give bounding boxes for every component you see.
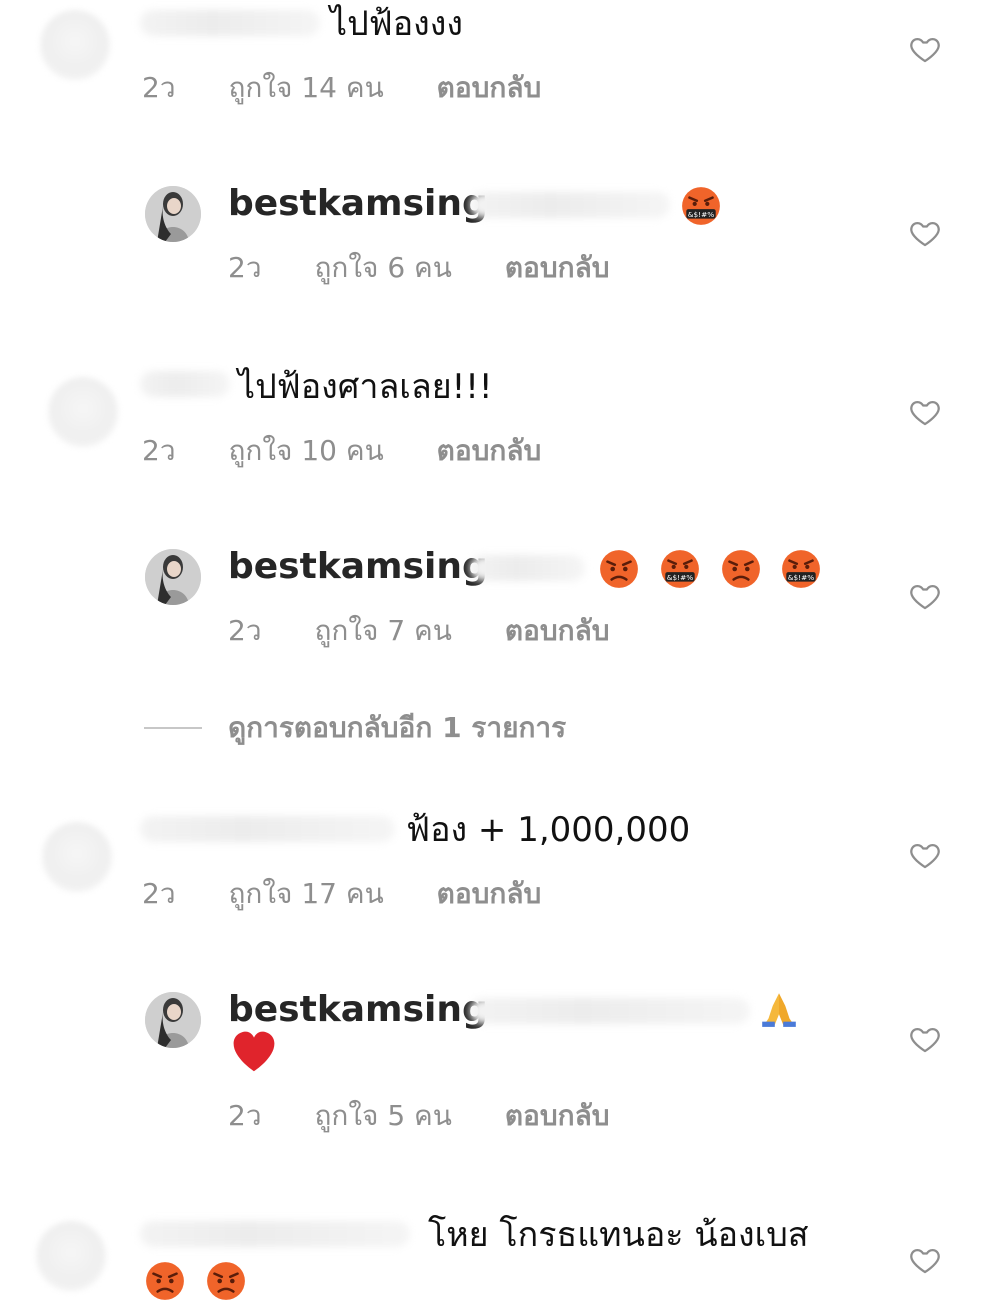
username[interactable]: bestkamsing xyxy=(228,545,488,589)
blurred-username xyxy=(140,10,320,36)
blurred-mention xyxy=(470,555,585,581)
comment-time: 2ว xyxy=(142,71,176,104)
comment-text: ฟ้อง + 1,000,000 xyxy=(406,810,691,850)
angry-face-emoji xyxy=(600,549,638,588)
reply-item: bestkamsing &$!#% 2ว ถูกใจ 6 คน ตอบกลับ xyxy=(0,170,1000,310)
username[interactable]: bestkamsing xyxy=(228,182,488,226)
angry-face-emoji xyxy=(721,549,760,588)
comment-time: 2ว xyxy=(228,251,262,284)
like-count[interactable]: ถูกใจ 5 คน xyxy=(314,1099,451,1132)
divider-line xyxy=(144,727,202,729)
view-more-replies-button[interactable]: ดูการตอบกลับอีก 1 รายการ xyxy=(144,708,744,748)
comment-emojis: &$!#% &$!#% xyxy=(590,545,822,590)
avatar-photo-icon xyxy=(145,186,201,242)
heart-outline-icon[interactable] xyxy=(908,1022,942,1056)
username[interactable]: bestkamsing xyxy=(228,988,488,1032)
heart-outline-icon[interactable] xyxy=(908,1243,942,1277)
comment-time: 2ว xyxy=(228,614,262,647)
comment-text: ไปฟ้องงง xyxy=(330,4,463,44)
blurred-username xyxy=(140,816,395,842)
blurred-username xyxy=(140,371,230,397)
comment-item: ฟ้อง + 1,000,000 2ว ถูกใจ 17 คน ตอบกลับ xyxy=(0,800,1000,930)
heart-outline-icon[interactable] xyxy=(908,216,942,250)
reply-item: bestkamsing 2ว ถูกใจ 5 คน ตอบกลับ xyxy=(0,978,1000,1148)
comment-text: ไปฟ้องศาลเลย!!! xyxy=(238,367,493,407)
comment-meta: 2ว ถูกใจ 10 คน ตอบกลับ xyxy=(142,433,585,469)
comment-meta: 2ว ถูกใจ 6 คน ตอบกลับ xyxy=(228,250,654,286)
angry-face-emoji xyxy=(206,1261,245,1300)
like-count[interactable]: ถูกใจ 10 คน xyxy=(228,434,383,467)
cursing-face-emoji: &$!#% xyxy=(660,549,699,588)
angry-face-emoji xyxy=(146,1261,184,1300)
reply-button[interactable]: ตอบกลับ xyxy=(437,434,542,467)
blurred-username xyxy=(140,1221,410,1247)
comment-emojis: &$!#% xyxy=(672,182,722,227)
avatar[interactable] xyxy=(36,1221,106,1291)
like-count[interactable]: ถูกใจ 7 คน xyxy=(314,614,451,647)
comment-item: ไปฟ้องงง 2ว ถูกใจ 14 คน ตอบกลับ xyxy=(0,0,1000,130)
cursing-face-emoji: &$!#% xyxy=(682,186,720,225)
comment-meta: 2ว ถูกใจ 5 คน ตอบกลับ xyxy=(228,1098,654,1134)
like-count[interactable]: ถูกใจ 17 คน xyxy=(228,877,383,910)
reply-button[interactable]: ตอบกลับ xyxy=(437,71,542,104)
heart-outline-icon[interactable] xyxy=(908,838,942,872)
blurred-mention xyxy=(470,998,750,1024)
avatar[interactable] xyxy=(40,10,110,80)
avatar[interactable] xyxy=(42,822,112,892)
like-count[interactable]: ถูกใจ 14 คน xyxy=(228,71,383,104)
comment-emojis xyxy=(136,1257,247,1302)
cursing-face-emoji: &$!#% xyxy=(782,549,821,588)
comment-meta: 2ว ถูกใจ 7 คน ตอบกลับ xyxy=(228,613,654,649)
comment-emojis xyxy=(750,984,800,1029)
comment-item: โหย โกรธแทนอะ น้องเบส xyxy=(0,1205,1000,1313)
avatar[interactable] xyxy=(145,186,201,242)
blurred-mention xyxy=(470,192,670,218)
heart-outline-icon[interactable] xyxy=(908,579,942,613)
comment-meta: 2ว ถูกใจ 17 คน ตอบกลับ xyxy=(142,876,585,912)
reply-button[interactable]: ตอบกลับ xyxy=(505,614,610,647)
reply-button[interactable]: ตอบกลับ xyxy=(505,251,610,284)
folded-hands-emoji xyxy=(762,992,796,1027)
comment-time: 2ว xyxy=(228,1099,262,1132)
view-more-replies-label: ดูการตอบกลับอีก 1 รายการ xyxy=(228,711,567,744)
avatar[interactable] xyxy=(145,992,201,1048)
comment-item: ไปฟ้องศาลเลย!!! 2ว ถูกใจ 10 คน ตอบกลับ xyxy=(0,355,1000,485)
comment-time: 2ว xyxy=(142,877,176,910)
comment-emojis-line2 xyxy=(222,1028,278,1076)
avatar[interactable] xyxy=(48,377,118,447)
avatar-photo-icon xyxy=(145,992,201,1048)
avatar-photo-icon xyxy=(145,549,201,605)
comment-meta: 2ว ถูกใจ 14 คน ตอบกลับ xyxy=(142,70,585,106)
comment-time: 2ว xyxy=(142,434,176,467)
heart-outline-icon[interactable] xyxy=(908,32,942,66)
comment-text: โหย โกรธแทนอะ น้องเบส xyxy=(428,1215,809,1255)
reply-item: bestkamsing &$!#% &$!#% 2ว ถูกใจ 7 คน ตอ… xyxy=(0,535,1000,675)
avatar[interactable] xyxy=(145,549,201,605)
red-heart-emoji xyxy=(233,1031,275,1072)
heart-outline-icon[interactable] xyxy=(908,395,942,429)
svg-text:&$!#%: &$!#% xyxy=(788,573,814,582)
like-count[interactable]: ถูกใจ 6 คน xyxy=(314,251,451,284)
svg-text:&$!#%: &$!#% xyxy=(667,573,693,582)
svg-text:&$!#%: &$!#% xyxy=(688,210,714,219)
reply-button[interactable]: ตอบกลับ xyxy=(505,1099,610,1132)
reply-button[interactable]: ตอบกลับ xyxy=(437,877,542,910)
